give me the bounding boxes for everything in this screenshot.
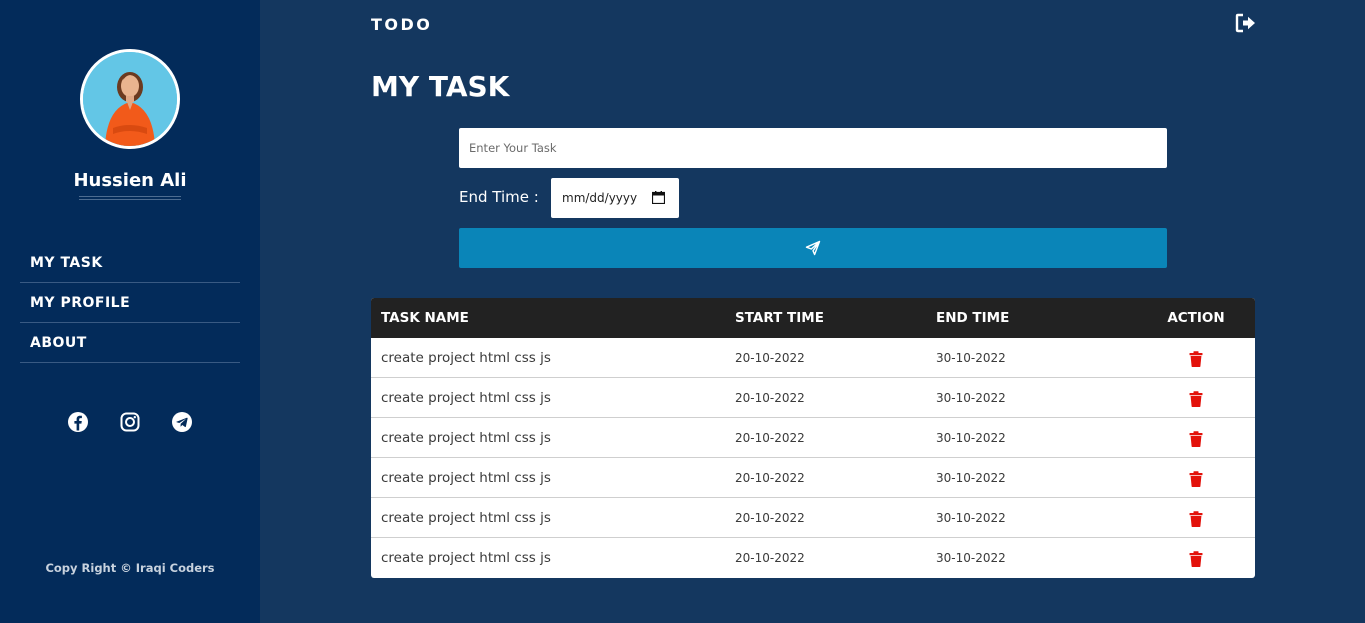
table-row: create project html css js 20-10-2022 30-1… bbox=[371, 458, 1255, 498]
table-row: create project html css js 20-10-2022 30-1… bbox=[371, 418, 1255, 458]
avatar bbox=[80, 49, 180, 149]
user-photo bbox=[83, 52, 177, 146]
end-time-cell: 30-10-2022 bbox=[936, 430, 1006, 445]
table-row: create project html css js 20-10-2022 30-1… bbox=[371, 378, 1255, 418]
instagram-icon[interactable] bbox=[118, 410, 142, 434]
social-links bbox=[66, 410, 194, 434]
add-task-button[interactable] bbox=[459, 228, 1167, 268]
task-name-cell: create project html css js bbox=[381, 349, 551, 366]
trash-icon[interactable] bbox=[1189, 390, 1203, 407]
telegram-icon[interactable] bbox=[170, 410, 194, 434]
start-time-cell: 20-10-2022 bbox=[735, 470, 805, 485]
start-time-cell: 20-10-2022 bbox=[735, 350, 805, 365]
sidebar-item-my-profile[interactable]: MY PROFILE bbox=[20, 283, 240, 323]
action-cell bbox=[1137, 549, 1255, 568]
brand-title: TODO bbox=[371, 15, 433, 34]
task-name-cell: create project html css js bbox=[381, 389, 551, 406]
paper-plane-icon bbox=[805, 240, 821, 256]
table-row: create project html css js 20-10-2022 30-1… bbox=[371, 338, 1255, 378]
end-time-cell: 30-10-2022 bbox=[936, 470, 1006, 485]
end-time-cell: 30-10-2022 bbox=[936, 510, 1006, 525]
name-divider bbox=[79, 199, 181, 200]
end-time-cell: 30-10-2022 bbox=[936, 390, 1006, 405]
table-row: create project html css js 20-10-2022 30-1… bbox=[371, 498, 1255, 538]
start-time-cell: 20-10-2022 bbox=[735, 510, 805, 525]
sign-out-icon[interactable] bbox=[1235, 13, 1257, 33]
start-time-cell: 20-10-2022 bbox=[735, 430, 805, 445]
sidebar-item-about[interactable]: ABOUT bbox=[20, 323, 240, 363]
sidebar-nav: MY TASK MY PROFILE ABOUT bbox=[20, 243, 240, 363]
date-placeholder: mm/dd/yyyy bbox=[562, 191, 638, 205]
task-name-cell: create project html css js bbox=[381, 469, 551, 486]
start-time-cell: 20-10-2022 bbox=[735, 390, 805, 405]
end-time-label: End Time : bbox=[459, 188, 539, 206]
page-title: MY TASK bbox=[371, 70, 510, 103]
action-cell bbox=[1137, 388, 1255, 407]
calendar-icon[interactable] bbox=[652, 191, 665, 204]
action-cell bbox=[1137, 508, 1255, 527]
table-body: create project html css js 20-10-2022 30-1… bbox=[371, 338, 1255, 578]
action-cell bbox=[1137, 348, 1255, 367]
trash-icon[interactable] bbox=[1189, 551, 1203, 567]
start-time-cell: 20-10-2022 bbox=[735, 551, 805, 565]
copyright-text: Copy Right © Iraqi Coders bbox=[45, 561, 215, 575]
sidebar: Hussien Ali MY TASK MY PROFILE ABOUT Cop… bbox=[0, 0, 260, 623]
end-time-cell: 30-10-2022 bbox=[936, 350, 1006, 365]
task-name-cell: create project html css js bbox=[381, 429, 551, 446]
action-cell bbox=[1137, 468, 1255, 487]
column-header-end-time: END TIME bbox=[936, 310, 1010, 326]
trash-icon[interactable] bbox=[1189, 510, 1203, 527]
name-divider bbox=[79, 196, 181, 197]
facebook-icon[interactable] bbox=[66, 410, 90, 434]
task-name-cell: create project html css js bbox=[381, 509, 551, 526]
column-header-action: ACTION bbox=[1167, 310, 1225, 326]
action-cell bbox=[1137, 428, 1255, 447]
trash-icon[interactable] bbox=[1189, 470, 1203, 487]
main-content: TODO MY TASK End Time : mm/dd/yyyy TASK … bbox=[260, 0, 1365, 623]
trash-icon[interactable] bbox=[1189, 350, 1203, 367]
table-header: TASK NAME START TIME END TIME ACTION bbox=[371, 298, 1255, 338]
table-row: create project html css js 20-10-2022 30-1… bbox=[371, 538, 1255, 578]
task-table: TASK NAME START TIME END TIME ACTION cre… bbox=[371, 298, 1255, 578]
column-header-start-time: START TIME bbox=[735, 310, 824, 326]
end-time-cell: 30-10-2022 bbox=[936, 551, 1006, 565]
sidebar-item-my-task[interactable]: MY TASK bbox=[20, 243, 240, 283]
trash-icon[interactable] bbox=[1189, 430, 1203, 447]
task-input[interactable] bbox=[459, 128, 1167, 168]
column-header-task-name: TASK NAME bbox=[381, 310, 469, 326]
task-name-cell: create project html css js bbox=[381, 550, 551, 566]
end-time-date-input[interactable]: mm/dd/yyyy bbox=[551, 178, 679, 218]
user-name: Hussien Ali bbox=[73, 170, 187, 191]
